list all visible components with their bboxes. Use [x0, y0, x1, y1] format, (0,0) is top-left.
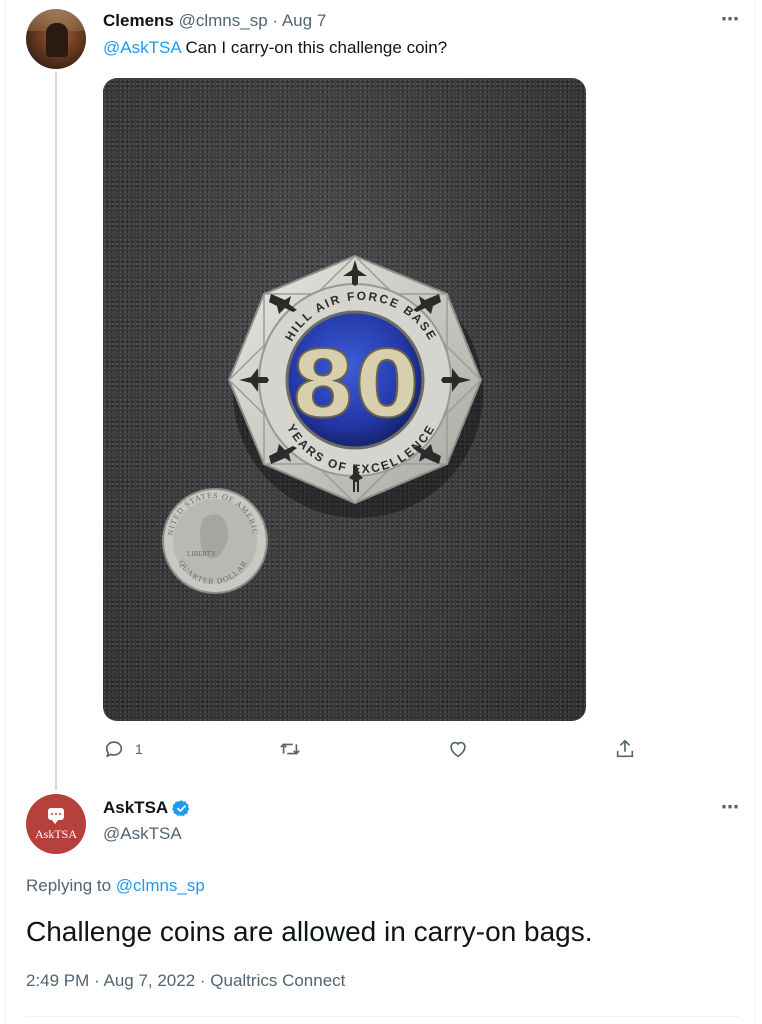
quarter-coin: UNITED STATES OF AMERICA QUARTER DOLLAR …: [103, 78, 268, 594]
like-button[interactable]: [447, 738, 469, 760]
reply-button[interactable]: 1: [103, 738, 143, 760]
reply-author-name[interactable]: AskTSA: [103, 798, 168, 818]
meta-separator: ·: [267, 11, 282, 30]
avatar-label: AskTSA: [34, 827, 77, 841]
reply-tweet-text: Challenge coins are allowed in carry-on …: [26, 916, 593, 947]
tweet-date[interactable]: Aug 7: [282, 11, 326, 30]
asktsa-avatar[interactable]: AskTSA: [26, 794, 86, 854]
tweet-header: Clemens @clmns_sp · Aug 7: [103, 10, 326, 32]
right-frame-border: [755, 0, 756, 1024]
tweet-body: Can I carry-on this challenge coin?: [180, 38, 448, 57]
clemens-avatar[interactable]: [26, 9, 86, 69]
replying-handle-link[interactable]: @clmns_sp: [116, 876, 205, 895]
mention-link[interactable]: @AskTSA: [103, 38, 181, 57]
tweet-media-photo[interactable]: HILL AIR FORCE BASE YEARS OF EXCELLENCE …: [103, 78, 586, 721]
like-icon: [450, 741, 466, 758]
share-button[interactable]: [614, 738, 636, 760]
replying-prefix: Replying to: [26, 876, 116, 895]
author-name[interactable]: Clemens: [103, 11, 174, 30]
share-icon: [616, 739, 634, 758]
challenge-coin: HILL AIR FORCE BASE YEARS OF EXCELLENCE …: [227, 254, 483, 505]
left-frame-border: [5, 0, 6, 1024]
reply-count: 1: [135, 741, 143, 757]
quarter-ring-text: UNITED STATES OF AMERICA: [103, 78, 260, 536]
more-options-icon[interactable]: ⋯: [721, 10, 740, 28]
reply-more-options-icon[interactable]: ⋯: [721, 798, 740, 816]
replying-to: Replying to @clmns_sp: [26, 876, 205, 896]
author-handle[interactable]: @clmns_sp: [179, 11, 268, 30]
coins-photo-illustration: HILL AIR FORCE BASE YEARS OF EXCELLENCE …: [103, 78, 483, 594]
coin-number: 80: [291, 331, 419, 438]
quarter-liberty-text: LIBERTY: [187, 550, 216, 558]
retweet-icon: [280, 743, 300, 755]
reply-timestamp[interactable]: 2:49 PM · Aug 7, 2022 · Qualtrics Connec…: [26, 971, 345, 991]
tweet-action-bar: 1: [0, 738, 762, 766]
thread-connector: [55, 72, 57, 790]
retweet-button[interactable]: [278, 738, 302, 760]
verified-badge-icon: [172, 799, 190, 817]
bottom-divider: [26, 1016, 740, 1017]
chat-bubble-icon: [48, 808, 64, 824]
reply-author-handle[interactable]: @AskTSA: [103, 824, 182, 844]
reply-author: AskTSA: [103, 798, 191, 818]
tweet-text: @AskTSA Can I carry-on this challenge co…: [103, 37, 447, 59]
reply-icon: [105, 741, 123, 758]
